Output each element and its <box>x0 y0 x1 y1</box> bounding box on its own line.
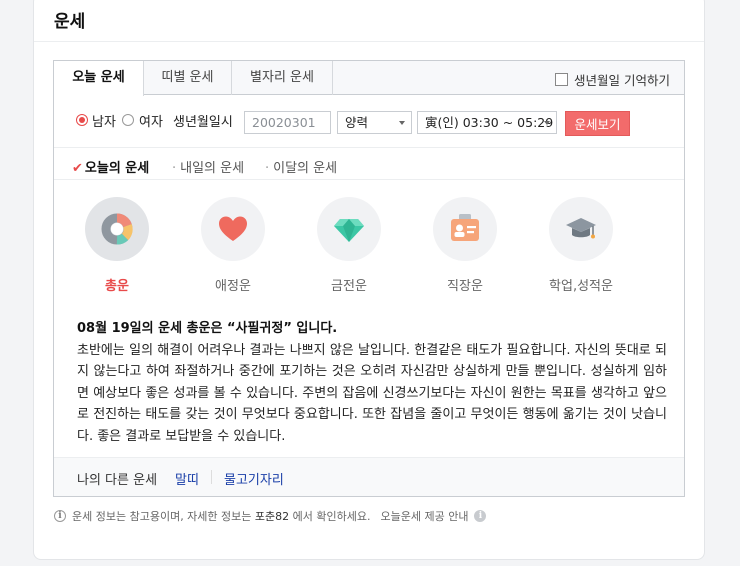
link-pisces[interactable]: 물고기자리 <box>224 469 284 488</box>
divider <box>211 470 212 484</box>
link-horse-zodiac[interactable]: 말띠 <box>175 469 199 488</box>
birth-form: 남자 여자 생년월일시 20020301 양력 寅(인) 03:30 ~ 05:… <box>54 95 684 148</box>
calendar-value: 양력 <box>345 115 369 130</box>
tab-bar: 오늘 운세 띠별 운세 별자리 운세 생년월일 기억하기 <box>54 61 684 96</box>
period-tabs: ✔ 오늘의 운세 · 내일의 운세 · 이달의 운세 <box>54 149 684 180</box>
fortune-card: 운세 오늘 운세 띠별 운세 별자리 운세 생년월일 기억하기 남자 여자 생년… <box>33 0 705 560</box>
note-text-1: 운세 정보는 참고용이며, 자세한 정보는 <box>72 510 252 523</box>
remember-label: 생년월일 기억하기 <box>574 73 670 88</box>
subtab-month[interactable]: · 이달의 운세 <box>265 157 337 176</box>
diamond-icon <box>334 219 364 242</box>
chevron-down-icon <box>544 121 550 125</box>
fortune-headline: 08월 19일의 운세 총운은 “사필귀정” 입니다. <box>77 321 338 336</box>
provider-info[interactable]: 오늘운세 제공 안내 <box>381 508 469 524</box>
info-note: i 운세 정보는 참고용이며, 자세한 정보는 포춘82 에서 확인하세요. 오… <box>54 508 487 524</box>
other-fortunes-label: 나의 다른 운세 <box>77 473 158 488</box>
pie-chart-icon <box>101 213 133 245</box>
fortune-box: 오늘 운세 띠별 운세 별자리 운세 생년월일 기억하기 남자 여자 생년월일시… <box>53 60 685 497</box>
heart-icon <box>219 216 247 241</box>
bullet-icon: · <box>172 161 177 176</box>
subtab-today[interactable]: ✔ 오늘의 운세 <box>72 157 149 176</box>
subtab-tomorrow[interactable]: · 내일의 운세 <box>172 157 244 176</box>
category-money-label: 금전운 <box>331 279 367 294</box>
fortune-body: 초반에는 일의 해결이 어려우나 결과는 나쁘지 않은 날입니다. 한결같은 태… <box>77 342 667 444</box>
birth-time-value: 寅(인) 03:30 ~ 05:29 <box>425 115 554 130</box>
subtab-today-label: 오늘의 운세 <box>84 161 150 176</box>
category-money[interactable]: 금전운 <box>309 197 389 294</box>
category-love-label: 애정운 <box>215 279 251 294</box>
chevron-down-icon <box>399 121 405 125</box>
category-study-circle <box>549 197 613 261</box>
category-study-label: 학업,성적운 <box>549 279 613 294</box>
tab-today[interactable]: 오늘 운세 <box>54 61 144 96</box>
birth-label: 생년월일시 <box>173 115 233 130</box>
category-total-circle <box>85 197 149 261</box>
note-text-2: 에서 확인하세요. <box>292 510 371 523</box>
note-link-fortune82[interactable]: 포춘82 <box>255 508 289 524</box>
remember-checkbox[interactable] <box>555 73 569 86</box>
subtab-tomorrow-label: 내일의 운세 <box>180 161 245 176</box>
remember-birthdate[interactable]: 생년월일 기억하기 <box>555 70 670 89</box>
info-icon[interactable]: i <box>474 510 487 522</box>
birth-time-select[interactable]: 寅(인) 03:30 ~ 05:29 <box>417 111 557 134</box>
radio-male[interactable] <box>76 114 88 126</box>
category-job-circle <box>433 197 497 261</box>
category-total-label: 총운 <box>105 279 129 294</box>
tab-constellation[interactable]: 별자리 운세 <box>232 61 333 95</box>
category-money-circle <box>317 197 381 261</box>
tab-zodiac-animal[interactable]: 띠별 운세 <box>144 61 232 95</box>
radio-female-label: 여자 <box>139 115 163 130</box>
info-icon: i <box>54 510 66 522</box>
radio-male-label: 남자 <box>92 115 116 130</box>
calendar-select[interactable]: 양력 <box>337 111 412 134</box>
category-job[interactable]: 직장운 <box>425 197 505 294</box>
category-job-label: 직장운 <box>447 279 483 294</box>
fortune-text: 08월 19일의 운세 총운은 “사필귀정” 입니다. 초반에는 일의 해결이 … <box>77 318 667 447</box>
birthdate-input[interactable]: 20020301 <box>244 111 331 134</box>
view-fortune-button[interactable]: 운세보기 <box>565 111 630 136</box>
id-card-icon <box>451 214 479 241</box>
radio-female[interactable] <box>122 114 134 126</box>
subtab-month-label: 이달의 운세 <box>273 161 338 176</box>
category-love[interactable]: 애정운 <box>193 197 273 294</box>
category-total[interactable]: 총운 <box>77 197 157 294</box>
other-fortunes: 나의 다른 운세 말띠 물고기자리 <box>54 457 684 496</box>
bullet-icon: · <box>265 161 270 176</box>
page-title: 운세 <box>54 12 86 32</box>
graduation-cap-icon <box>566 218 596 239</box>
check-icon: ✔ <box>72 161 83 176</box>
category-love-circle <box>201 197 265 261</box>
divider <box>34 41 704 42</box>
category-study[interactable]: 학업,성적운 <box>541 197 621 294</box>
